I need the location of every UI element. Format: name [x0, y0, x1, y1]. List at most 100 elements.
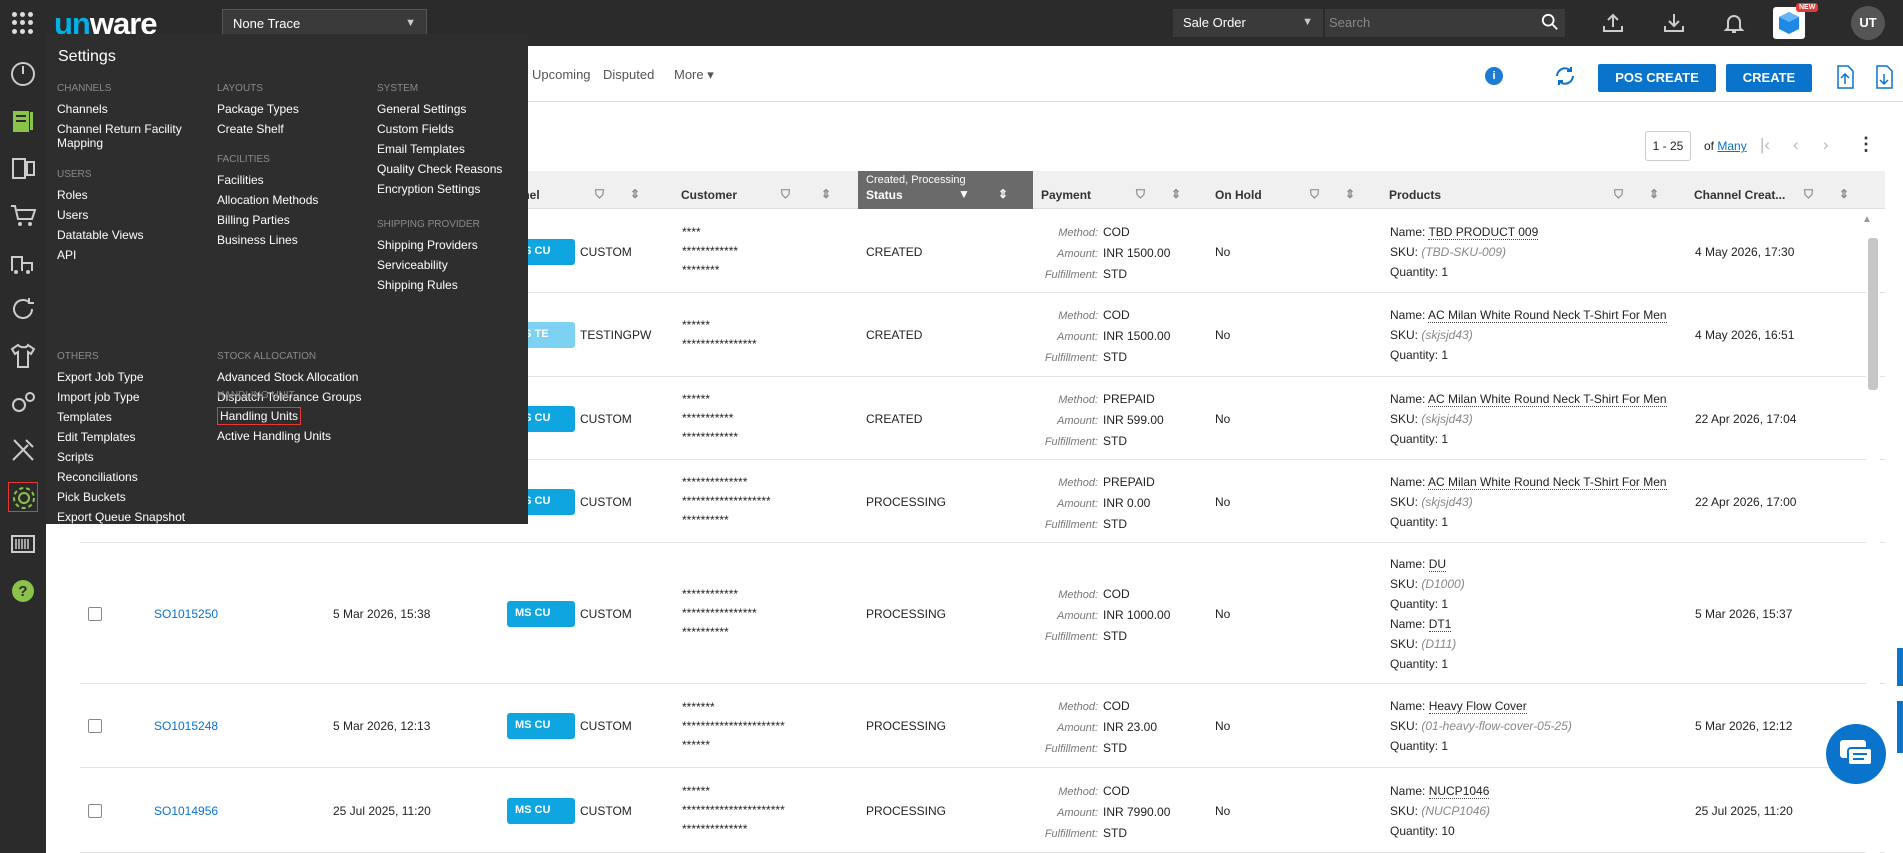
cart-icon[interactable]: [8, 200, 38, 230]
create-button[interactable]: CREATE: [1726, 64, 1812, 92]
menu-item-users[interactable]: Users: [57, 205, 217, 225]
products-icon[interactable]: [8, 153, 38, 183]
menu-item-shipping-providers[interactable]: Shipping Providers: [377, 235, 537, 255]
export-file-icon[interactable]: [1872, 64, 1896, 90]
product-name-link[interactable]: TBD PRODUCT 009: [1428, 224, 1539, 240]
app-grid-icon[interactable]: [12, 12, 34, 34]
menu-item-scripts[interactable]: Scripts: [57, 447, 217, 467]
search-input[interactable]: Search: [1325, 9, 1565, 37]
menu-item-custom-fields[interactable]: Custom Fields: [377, 119, 537, 139]
product-name-link[interactable]: DU: [1428, 556, 1447, 572]
table-row[interactable]: SO1015250 5 Mar 2026, 15:38 MS CU CUSTOM ***…: [80, 543, 1885, 684]
menu-item-facilities[interactable]: Facilities: [217, 170, 377, 190]
row-checkbox[interactable]: [88, 803, 102, 818]
total-link[interactable]: Many: [1717, 139, 1746, 153]
col-products[interactable]: Products ⛉ ⇕: [1389, 171, 1689, 209]
sort-icon[interactable]: ⇕: [630, 187, 640, 201]
col-payment[interactable]: Payment ⛉ ⇕: [1041, 171, 1211, 209]
menu-item-encryption-settings[interactable]: Encryption Settings: [377, 179, 537, 199]
filter-icon[interactable]: ⛉: [781, 187, 790, 202]
row-checkbox[interactable]: [88, 719, 102, 733]
filter-icon[interactable]: ▼: [958, 187, 970, 201]
col-channel-created[interactable]: Channel Creat... ⛉ ⇕: [1694, 171, 1864, 209]
row-checkbox[interactable]: [88, 606, 102, 621]
help-icon[interactable]: ?: [8, 576, 38, 606]
menu-item-active-handling-units[interactable]: Active Handling Units: [217, 426, 377, 446]
menu-item-templates[interactable]: Templates: [57, 407, 217, 427]
sale-order-link[interactable]: SO1014956: [154, 804, 218, 818]
col-on-hold[interactable]: On Hold ⛉ ⇕: [1215, 171, 1385, 209]
tab-upcoming[interactable]: Upcoming: [532, 67, 591, 82]
product-name-link[interactable]: NUCP1046: [1428, 783, 1490, 799]
upload-icon[interactable]: [1601, 11, 1625, 35]
sale-order-link[interactable]: SO1015248: [154, 719, 218, 733]
first-page-icon[interactable]: |‹: [1760, 135, 1770, 155]
menu-item-handling-units[interactable]: Handling Units: [217, 406, 377, 426]
menu-item-serviceability[interactable]: Serviceability: [377, 255, 537, 275]
table-row[interactable]: SO1015248 5 Mar 2026, 12:13 MS CU CUSTOM ***…: [80, 684, 1885, 768]
pos-create-button[interactable]: POS CREATE: [1598, 64, 1716, 92]
menu-item-general-settings[interactable]: General Settings: [377, 99, 537, 119]
avatar[interactable]: UT: [1851, 6, 1885, 40]
menu-item-channels[interactable]: Channels: [57, 99, 217, 119]
sort-icon[interactable]: ⇕: [1171, 187, 1181, 201]
menu-item-roles[interactable]: Roles: [57, 185, 217, 205]
menu-item-email-templates[interactable]: Email Templates: [377, 139, 537, 159]
filter-icon[interactable]: ⛉: [1614, 187, 1623, 202]
bell-icon[interactable]: [1722, 11, 1746, 35]
chat-icon[interactable]: [1826, 724, 1886, 784]
menu-item-shipping-rules[interactable]: Shipping Rules: [377, 275, 537, 295]
sale-order-link[interactable]: SO1015250: [154, 607, 218, 621]
prev-page-icon[interactable]: ‹: [1793, 135, 1799, 155]
orders-icon[interactable]: [8, 106, 38, 136]
filter-icon[interactable]: ⛉: [595, 187, 604, 202]
tab-more[interactable]: More ▾: [674, 67, 714, 83]
info-icon[interactable]: i: [1485, 67, 1503, 85]
filter-icon[interactable]: ⛉: [1310, 187, 1319, 202]
settings-cogs-icon[interactable]: [8, 388, 38, 418]
menu-item-api[interactable]: API: [57, 245, 217, 265]
menu-item-channel-return-facility-mapping[interactable]: Channel Return Facility Mapping: [57, 119, 217, 153]
side-tab[interactable]: [1897, 701, 1903, 753]
col-customer[interactable]: Customer ⛉ ⇕: [681, 171, 861, 209]
product-name-link[interactable]: Heavy Flow Cover: [1428, 699, 1527, 714]
sort-icon[interactable]: ⇕: [998, 187, 1008, 201]
warehouse-icon[interactable]: [8, 247, 38, 277]
menu-item-pick-buckets[interactable]: Pick Buckets: [57, 487, 217, 507]
menu-item-allocation-methods[interactable]: Allocation Methods: [217, 190, 377, 210]
menu-item-package-types[interactable]: Package Types: [217, 99, 377, 119]
menu-item-datatable-views[interactable]: Datatable Views: [57, 225, 217, 245]
sort-icon[interactable]: ⇕: [1649, 187, 1659, 201]
facility-select[interactable]: None Trace ▼: [222, 9, 427, 37]
product-name-link[interactable]: AC Milan White Round Neck T-Shirt For Me…: [1428, 474, 1667, 490]
settings-gear-icon[interactable]: [8, 482, 38, 512]
menu-item-edit-templates[interactable]: Edit Templates: [57, 427, 217, 447]
dashboard-icon[interactable]: [8, 59, 38, 89]
menu-item-billing-parties[interactable]: Billing Parties: [217, 210, 377, 230]
table-row[interactable]: SO1014956 25 Jul 2025, 11:20 MS CU CUSTOM **…: [80, 768, 1885, 853]
menu-item-quality-check-reasons[interactable]: Quality Check Reasons: [377, 159, 537, 179]
import-file-icon[interactable]: [1833, 64, 1857, 90]
product-name-link[interactable]: AC Milan White Round Neck T-Shirt For Me…: [1428, 308, 1667, 323]
product-name-link[interactable]: DT1: [1428, 616, 1452, 632]
sort-icon[interactable]: ⇕: [1345, 187, 1355, 201]
menu-item-import-job-type[interactable]: Import job Type: [57, 387, 217, 407]
menu-item-export-job-type[interactable]: Export Job Type: [57, 367, 217, 387]
menu-item-export-queue-snapshot[interactable]: Export Queue Snapshot: [57, 507, 217, 527]
tab-disputed[interactable]: Disputed: [603, 67, 654, 82]
col-channel[interactable]: nnel⛉⇕: [515, 171, 675, 209]
filter-icon[interactable]: ⛉: [1804, 187, 1813, 202]
sort-icon[interactable]: ⇕: [1839, 187, 1849, 201]
search-icon[interactable]: [1541, 13, 1559, 31]
menu-item-reconciliations[interactable]: Reconciliations: [57, 467, 217, 487]
module-select[interactable]: Sale Order ▼: [1173, 9, 1323, 37]
barcode-icon[interactable]: [8, 529, 38, 559]
menu-item-advanced-stock-allocation[interactable]: Advanced Stock Allocation: [217, 367, 377, 387]
side-tab[interactable]: [1897, 648, 1903, 686]
tools-icon[interactable]: [8, 435, 38, 465]
next-page-icon[interactable]: ›: [1823, 135, 1829, 155]
menu-item-create-shelf[interactable]: Create Shelf: [217, 119, 377, 139]
shirt-icon[interactable]: [8, 341, 38, 371]
page-range[interactable]: 1 - 25: [1645, 131, 1691, 161]
menu-item-business-lines[interactable]: Business Lines: [217, 230, 377, 250]
